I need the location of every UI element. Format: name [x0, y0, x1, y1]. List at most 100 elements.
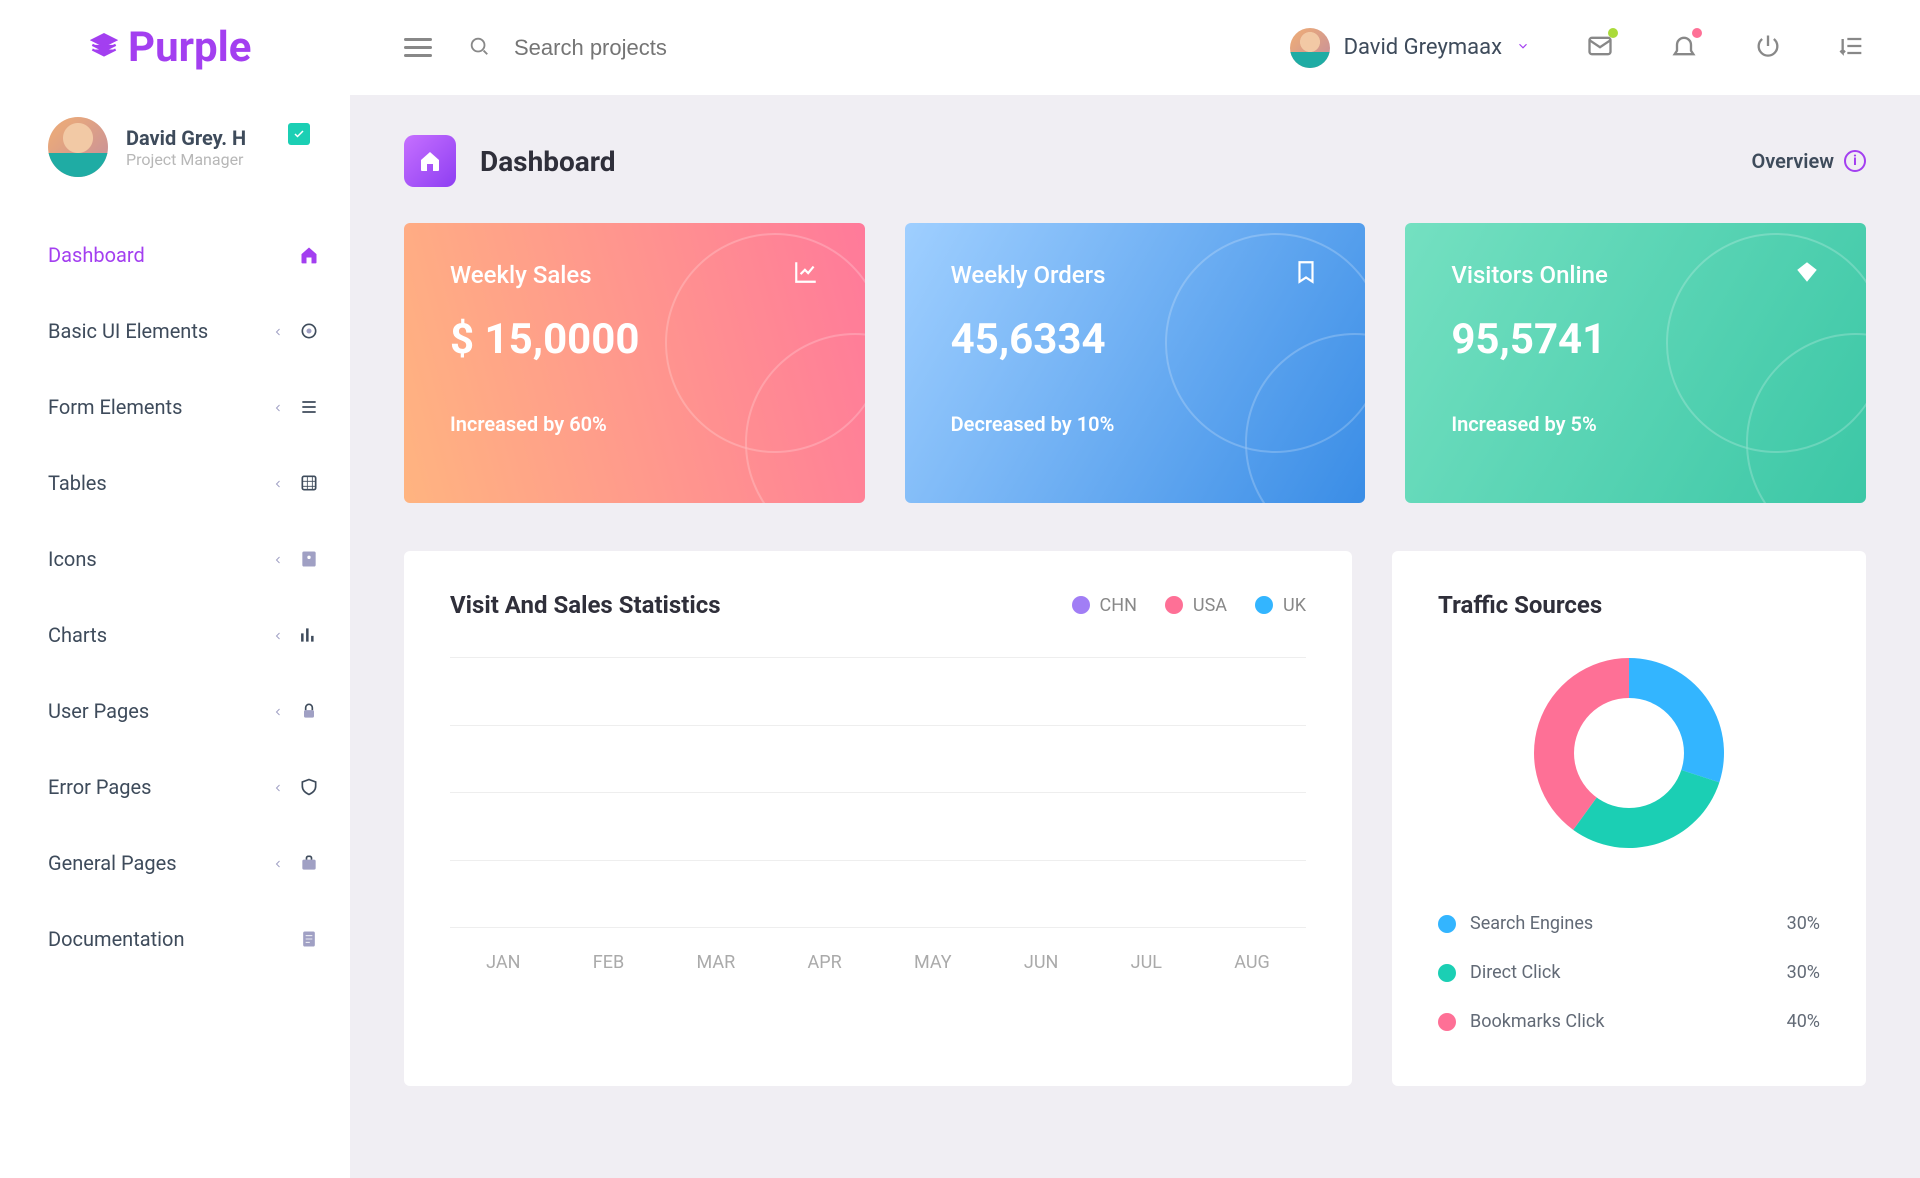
menu-toggle-icon[interactable]	[404, 38, 432, 57]
legend-label: CHN	[1100, 595, 1137, 616]
list-icon	[298, 396, 320, 418]
chevron-left-icon	[272, 699, 284, 723]
sidebar-item-label: Form Elements	[48, 395, 182, 419]
user-name: David Greymaax	[1344, 35, 1502, 60]
page-title: Dashboard	[480, 145, 616, 178]
chevron-left-icon	[272, 775, 284, 799]
topbar: David Greymaax	[350, 0, 1920, 95]
sidebar: Purple David Grey. H Project Manager Das…	[0, 0, 350, 1178]
legend-dot-icon	[1438, 915, 1456, 933]
content: Dashboard Overview i Weekly Sales $ 15,0…	[350, 95, 1920, 1178]
stat-card[interactable]: Weekly Orders 45,6334 Decreased by 10%	[905, 223, 1366, 503]
search-input[interactable]	[514, 35, 814, 61]
info-icon: i	[1844, 150, 1866, 172]
x-tick: JAN	[486, 952, 520, 973]
power-icon[interactable]	[1754, 32, 1782, 64]
layers-icon	[90, 32, 118, 64]
traffic-label: Search Engines	[1470, 913, 1593, 934]
chart-legend: CHN USA UK	[1072, 595, 1306, 616]
traffic-item: Bookmarks Click40%	[1438, 997, 1820, 1046]
card-title: Weekly Orders	[951, 261, 1106, 289]
sidebar-item-label: Tables	[48, 471, 107, 495]
bar-chart: JANFEBMARAPRMAYJUNJULAUG	[450, 647, 1306, 987]
legend-dot-icon	[1072, 596, 1090, 614]
chevron-left-icon	[272, 547, 284, 571]
chevron-down-icon	[1516, 38, 1530, 57]
brand-text: Purple	[128, 23, 251, 72]
sidebar-item-label: Dashboard	[48, 243, 145, 267]
sidebar-nav: Dashboard Basic UI Elements Form Element…	[0, 207, 350, 977]
legend-item[interactable]: CHN	[1072, 595, 1137, 616]
panel-title: Traffic Sources	[1438, 591, 1820, 619]
main: David Greymaax	[350, 0, 1920, 1178]
x-tick: JUL	[1131, 952, 1162, 973]
sidebar-profile[interactable]: David Grey. H Project Manager	[0, 95, 350, 207]
panel-title: Visit And Sales Statistics	[450, 591, 721, 619]
shield-icon	[298, 776, 320, 798]
stat-cards: Weekly Sales $ 15,0000 Increased by 60% …	[404, 223, 1866, 503]
lock-icon	[298, 700, 320, 722]
profile-role: Project Manager	[126, 150, 246, 169]
sidebar-item-label: Charts	[48, 623, 107, 647]
sidebar-item-error-pages[interactable]: Error Pages	[48, 749, 320, 825]
sidebar-item-label: Documentation	[48, 927, 185, 951]
x-tick: AUG	[1234, 952, 1270, 973]
legend-item[interactable]: USA	[1165, 595, 1227, 616]
overview-label: Overview	[1751, 149, 1834, 173]
traffic-pct: 30%	[1787, 962, 1820, 983]
legend-dot-icon	[1255, 596, 1273, 614]
verified-badge-icon	[288, 123, 310, 145]
legend-dot-icon	[1438, 964, 1456, 982]
legend-dot-icon	[1438, 1013, 1456, 1031]
x-tick: MAR	[696, 952, 735, 973]
traffic-item: Direct Click30%	[1438, 948, 1820, 997]
chevron-left-icon	[272, 395, 284, 419]
sidebar-item-label: Icons	[48, 547, 97, 571]
traffic-pct: 30%	[1787, 913, 1820, 934]
target-icon	[298, 320, 320, 342]
sidebar-item-basic-ui-elements[interactable]: Basic UI Elements	[48, 293, 320, 369]
legend-dot-icon	[1165, 596, 1183, 614]
sidebar-item-icons[interactable]: Icons	[48, 521, 320, 597]
sidebar-item-charts[interactable]: Charts	[48, 597, 320, 673]
briefcase-icon	[298, 852, 320, 874]
sort-icon[interactable]	[1838, 32, 1866, 64]
search	[468, 35, 1254, 61]
bar-icon	[298, 624, 320, 646]
sidebar-item-label: Basic UI Elements	[48, 319, 208, 343]
traffic-panel: Traffic Sources Search Engines30%Direct …	[1392, 551, 1866, 1086]
legend-item[interactable]: UK	[1255, 595, 1306, 616]
x-tick: APR	[807, 952, 841, 973]
sidebar-item-label: General Pages	[48, 851, 177, 875]
home-icon	[298, 244, 320, 266]
sidebar-item-user-pages[interactable]: User Pages	[48, 673, 320, 749]
user-dropdown[interactable]: David Greymaax	[1290, 28, 1530, 68]
sidebar-item-documentation[interactable]: Documentation	[48, 901, 320, 977]
brand[interactable]: Purple	[0, 0, 350, 95]
legend-label: USA	[1193, 595, 1227, 616]
overview-link[interactable]: Overview i	[1751, 149, 1866, 173]
stat-card[interactable]: Weekly Sales $ 15,0000 Increased by 60%	[404, 223, 865, 503]
doc-icon	[298, 928, 320, 950]
card-title: Visitors Online	[1451, 261, 1608, 289]
traffic-list: Search Engines30%Direct Click30%Bookmark…	[1438, 899, 1820, 1046]
sidebar-item-label: User Pages	[48, 699, 149, 723]
mail-icon[interactable]	[1586, 32, 1614, 64]
chevron-left-icon	[272, 319, 284, 343]
search-icon[interactable]	[468, 35, 490, 61]
chevron-left-icon	[272, 623, 284, 647]
sidebar-item-dashboard[interactable]: Dashboard	[48, 217, 320, 293]
avatar	[1290, 28, 1330, 68]
traffic-item: Search Engines 30%	[1438, 899, 1820, 948]
traffic-pct: 40%	[1787, 1011, 1820, 1032]
x-tick: FEB	[593, 952, 624, 973]
sidebar-item-general-pages[interactable]: General Pages	[48, 825, 320, 901]
sidebar-item-form-elements[interactable]: Form Elements	[48, 369, 320, 445]
grid-icon	[298, 472, 320, 494]
sidebar-item-tables[interactable]: Tables	[48, 445, 320, 521]
avatar	[48, 117, 108, 177]
bell-icon[interactable]	[1670, 32, 1698, 64]
sidebar-item-label: Error Pages	[48, 775, 151, 799]
card-title: Weekly Sales	[450, 261, 592, 289]
stat-card[interactable]: Visitors Online 95,5741 Increased by 5%	[1405, 223, 1866, 503]
